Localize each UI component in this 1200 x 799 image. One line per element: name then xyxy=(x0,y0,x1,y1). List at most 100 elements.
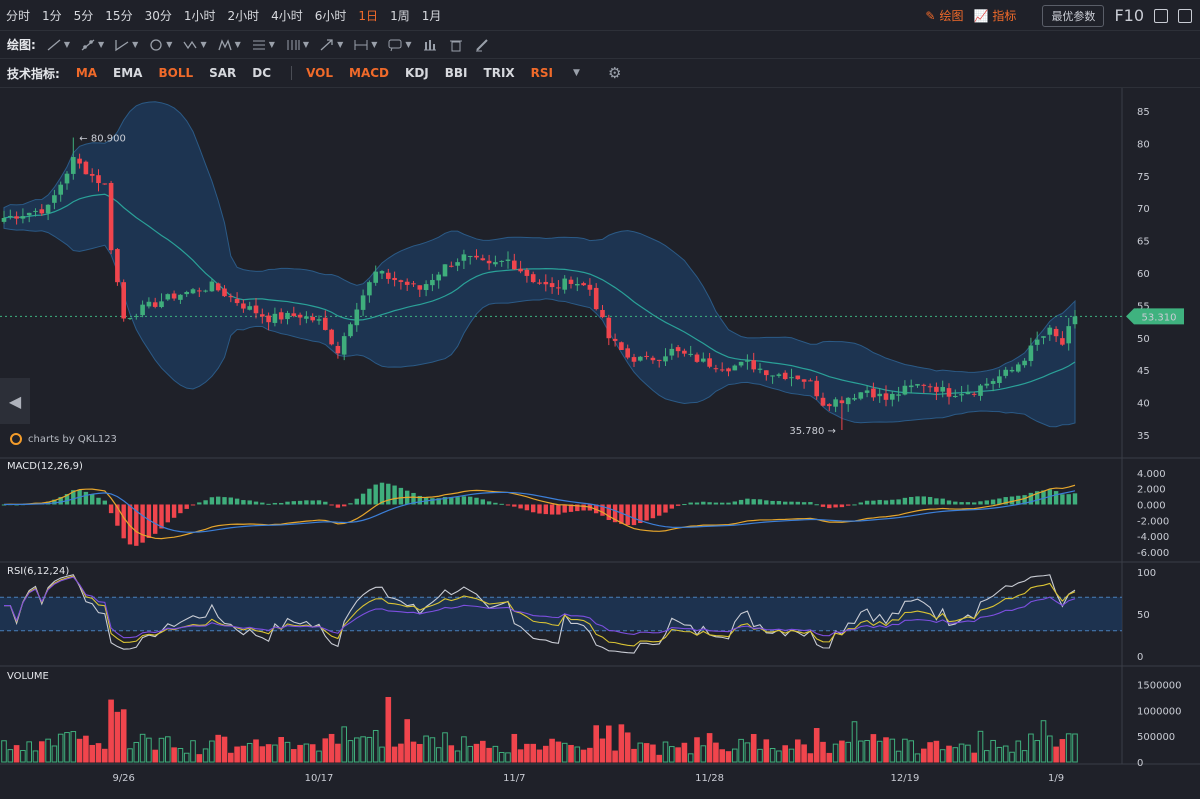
macd-histogram-bar xyxy=(896,499,901,505)
candle-body xyxy=(127,318,133,320)
indicator-bbi[interactable]: BBI xyxy=(437,66,476,80)
candle-body xyxy=(839,400,845,404)
candle-body xyxy=(323,317,328,330)
more-indicators-chevron-down-icon[interactable]: ▼ xyxy=(573,68,580,78)
measure-tool-icon[interactable] xyxy=(422,38,438,52)
candle-body xyxy=(360,295,366,310)
macd-histogram-bar xyxy=(934,498,939,505)
volume-bar xyxy=(265,744,272,763)
period-toolbar: 分时 1分 5分 15分 30分 1小时 2小时 4小时 6小时 1日 1周 1月 ✎ 绘图 📈 指标 最优参数… xyxy=(0,0,1200,31)
ray-tool-icon[interactable]: ▼ xyxy=(80,38,104,52)
comment-tool-icon[interactable]: ▼ xyxy=(387,38,412,52)
line-tool-icon[interactable]: ▼ xyxy=(46,38,70,52)
trash-icon[interactable] xyxy=(448,38,464,52)
volume-bar xyxy=(946,745,952,763)
volume-bar xyxy=(524,743,530,763)
volume-bar xyxy=(417,743,423,763)
arrow-tool-icon[interactable]: ▼ xyxy=(319,38,343,52)
period-tab[interactable]: 6小时 xyxy=(309,7,353,24)
period-tab[interactable]: 5分 xyxy=(68,7,100,24)
fibonacci-tool-icon[interactable]: ▼ xyxy=(251,38,275,52)
chart-area[interactable]: ← 80.90035.780 → 354045505560657075808553… xyxy=(0,88,1200,799)
candle-body xyxy=(902,385,908,395)
indicator-kdj[interactable]: KDJ xyxy=(397,66,437,80)
macd-histogram-bar xyxy=(688,502,693,505)
candle-body xyxy=(171,293,177,299)
period-tab[interactable]: 1周 xyxy=(384,7,416,24)
settings-gear-icon[interactable]: ⚙ xyxy=(608,64,621,82)
volume-bar xyxy=(631,748,637,763)
indicator-ema[interactable]: EMA xyxy=(105,66,150,80)
candle-body xyxy=(392,277,397,281)
macd-histogram-bar xyxy=(524,504,530,511)
period-tab[interactable]: 2小时 xyxy=(222,7,266,24)
macd-histogram-bar xyxy=(222,497,227,505)
macd-histogram-bar xyxy=(720,502,725,505)
range-tool-icon[interactable]: ▼ xyxy=(353,38,377,52)
period-tab[interactable]: 分时 xyxy=(0,7,36,24)
period-tab[interactable]: 15分 xyxy=(99,7,138,24)
candle-body xyxy=(190,289,196,294)
indicator-dc[interactable]: DC xyxy=(244,66,279,80)
optimal-params-button[interactable]: 最优参数 xyxy=(1042,4,1105,27)
eraser-icon[interactable] xyxy=(474,38,490,52)
period-tab[interactable]: 1月 xyxy=(416,7,448,24)
candle-body xyxy=(26,212,32,216)
shape-tool-icon[interactable]: ▼ xyxy=(148,38,172,52)
macd-histogram-bar xyxy=(272,502,278,505)
macd-histogram-bar xyxy=(883,500,889,505)
indicator-vol[interactable]: VOL xyxy=(298,66,341,80)
volume-bar xyxy=(776,750,782,763)
volume-bar xyxy=(360,736,366,763)
volume-bar xyxy=(404,719,410,763)
indicator-boll[interactable]: BOLL xyxy=(150,66,201,80)
macd-histogram-bar xyxy=(663,504,668,513)
indicator-ma[interactable]: MA xyxy=(68,66,105,80)
candle-body xyxy=(820,397,826,406)
macd-histogram-bar xyxy=(675,504,681,506)
scroll-left-chevron-icon[interactable]: ◀ xyxy=(0,378,30,424)
indicator-macd[interactable]: MACD xyxy=(341,66,397,80)
line-chart-icon: 📈 xyxy=(973,8,989,23)
volume-bar xyxy=(813,728,820,763)
volume-bar xyxy=(637,742,644,763)
volume-bar xyxy=(473,743,480,763)
volume-bar xyxy=(51,745,58,763)
volume-bar xyxy=(158,737,165,763)
period-tab[interactable]: 1日 xyxy=(352,7,384,24)
fullscreen-icon[interactable] xyxy=(1154,8,1168,23)
right-tools: ✎ 绘图 📈 指标 最优参数 F10 xyxy=(925,0,1192,31)
pattern-tool-icon[interactable]: ▼ xyxy=(217,38,241,52)
candle-body xyxy=(581,283,586,286)
indicator-button[interactable]: 📈 指标 xyxy=(973,7,1016,24)
candle-body xyxy=(883,393,889,400)
candle-body xyxy=(442,264,448,277)
period-tab[interactable]: 4小时 xyxy=(265,7,309,24)
f10-button[interactable]: F10 xyxy=(1114,6,1144,25)
candle-body xyxy=(726,368,731,372)
maximize-icon[interactable] xyxy=(1178,8,1192,23)
macd-histogram-bar xyxy=(972,502,977,505)
volume-bar xyxy=(908,740,915,763)
volume-bar xyxy=(732,748,738,763)
indicator-trix[interactable]: TRIX xyxy=(476,66,523,80)
volume-bar xyxy=(297,744,303,763)
volume-bar xyxy=(788,748,795,763)
indicator-sar[interactable]: SAR xyxy=(201,66,244,80)
macd-histogram-bar xyxy=(493,502,498,505)
period-tab[interactable]: 30分 xyxy=(139,7,178,24)
rsi-panel-title: RSI(6,12,24) xyxy=(7,566,70,577)
macd-histogram-bar xyxy=(474,497,479,505)
period-tab[interactable]: 1小时 xyxy=(178,7,222,24)
channel-tool-icon[interactable]: ▼ xyxy=(114,38,138,52)
macd-histogram-bar xyxy=(915,496,920,505)
volume-bar xyxy=(303,743,310,763)
indicator-rsi[interactable]: RSI xyxy=(523,66,561,80)
period-tab[interactable]: 1分 xyxy=(36,7,68,24)
candle-body xyxy=(827,404,832,407)
gann-tool-icon[interactable]: ▼ xyxy=(285,38,309,52)
wave-tool-icon[interactable]: ▼ xyxy=(182,38,207,52)
candle-body xyxy=(121,282,126,319)
volume-bar xyxy=(429,737,436,763)
draw-button[interactable]: ✎ 绘图 xyxy=(925,7,963,24)
